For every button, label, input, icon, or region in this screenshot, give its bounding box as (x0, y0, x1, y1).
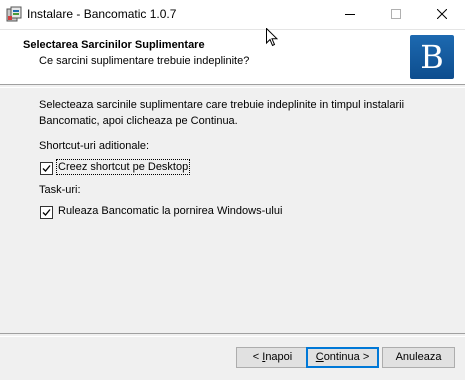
minimize-icon (345, 14, 355, 15)
footer-divider (0, 333, 465, 337)
window-title: Instalare - Bancomatic 1.0.7 (27, 7, 177, 21)
tasks-group-label: Task-uri: (39, 184, 81, 196)
title-bar: Instalare - Bancomatic 1.0.7 (0, 0, 465, 30)
desktop-shortcut-label[interactable]: Creez shortcut pe Desktop (55, 159, 191, 175)
checkmark-icon (42, 165, 51, 172)
wizard-header: Selectarea Sarcinilor Suplimentare Ce sa… (0, 30, 465, 84)
app-logo: B (410, 35, 454, 79)
cancel-button[interactable]: Anuleaza (382, 347, 455, 368)
page-subtitle: Ce sarcini suplimentare trebuie indeplin… (39, 55, 250, 67)
checkbox-box[interactable] (40, 162, 53, 175)
close-icon (437, 9, 447, 19)
mouse-cursor-icon (266, 28, 278, 47)
checkbox-box[interactable] (40, 206, 53, 219)
maximize-button[interactable] (373, 0, 419, 29)
close-button[interactable] (419, 0, 465, 29)
maximize-icon (391, 9, 401, 19)
back-button[interactable]: < Inapoi (236, 347, 309, 368)
minimize-button[interactable] (327, 0, 373, 29)
intro-text: Selecteaza sarcinile suplimentare care t… (39, 99, 405, 127)
shortcuts-group-label: Shortcut-uri aditionale: (39, 140, 150, 152)
page-title: Selectarea Sarcinilor Suplimentare (23, 39, 205, 51)
header-divider (0, 84, 465, 88)
installer-icon (6, 6, 22, 22)
next-button[interactable]: Continua > (306, 347, 379, 368)
logo-letter: B (420, 38, 444, 76)
run-at-startup-label[interactable]: Ruleaza Bancomatic la pornirea Windows-u… (58, 205, 282, 217)
checkmark-icon (42, 209, 51, 216)
